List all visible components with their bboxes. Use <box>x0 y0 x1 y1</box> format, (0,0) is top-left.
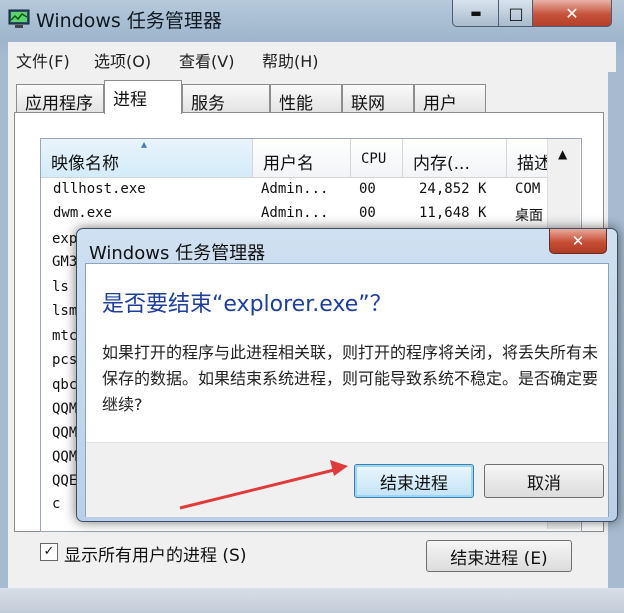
end-process-button[interactable]: 结束进程 (E) <box>426 540 572 572</box>
table-row[interactable]: dllhost.exe Admin... 00 24,852 K COM <box>41 178 547 202</box>
row-description: COM <box>515 181 541 197</box>
dialog-title: Windows 任务管理器 <box>89 243 266 264</box>
tab-services[interactable]: 服务 <box>182 84 270 114</box>
show-all-users-shortcut: (S) <box>222 546 247 566</box>
dialog-message: 如果打开的程序与此进程相关联，则打开的程序将关闭，将丢失所有未保存的数据。如果结… <box>102 343 599 414</box>
column-cpu[interactable]: CPU <box>351 139 403 177</box>
column-name-label: 映像名称 <box>51 154 119 174</box>
menu-file[interactable]: 文件(F) <box>16 48 70 72</box>
close-icon: ✕ <box>571 232 585 250</box>
title-bar[interactable]: Windows 任务管理器 ▬ □ ✕ <box>0 0 624 40</box>
column-image-name[interactable]: 映像名称 ▴ <box>41 137 253 177</box>
minimize-icon: ▬ <box>470 6 482 20</box>
row-image-name-partial[interactable]: pcs <box>52 352 77 368</box>
row-image-name-partial[interactable]: GM3 <box>52 254 77 270</box>
row-image-name-partial[interactable]: exp <box>52 231 77 247</box>
row-memory: 11,648 K <box>419 205 487 221</box>
table-row[interactable]: dwm.exe Admin... 00 11,648 K 桌面 <box>41 202 547 226</box>
tab-applications[interactable]: 应用程序 <box>16 84 104 114</box>
close-button[interactable]: ✕ <box>532 0 612 27</box>
sort-ascending-icon: ▴ <box>141 137 148 151</box>
menu-bar: 文件(F) 选项(O) 查看(V) 帮助(H) <box>8 42 616 72</box>
row-image-name-partial[interactable]: QQE <box>52 473 77 489</box>
menu-help[interactable]: 帮助(H) <box>262 48 319 72</box>
row-image-name-partial[interactable]: lsm <box>52 303 77 319</box>
task-manager-icon <box>8 8 30 30</box>
dialog-body: 是否要结束“explorer.exe”？ 如果打开的程序与此进程相关联，则打开的… <box>85 263 609 517</box>
row-image-name-partial[interactable]: QQM <box>52 449 77 465</box>
row-memory: 24,852 K <box>419 181 487 197</box>
end-process-dialog: Windows 任务管理器 ✕ 是否要结束“explorer.exe”？ 如果打… <box>76 228 618 522</box>
row-image-name-partial[interactable]: QQM <box>52 425 77 441</box>
confirm-end-process-button[interactable]: 结束进程 <box>354 464 474 498</box>
row-cpu: 00 <box>359 181 376 197</box>
tab-networking[interactable]: 联网 <box>342 84 414 114</box>
row-image-name: dwm.exe <box>53 205 113 221</box>
row-cpu: 00 <box>359 205 376 221</box>
row-image-name-partial[interactable]: QQM <box>52 401 77 417</box>
row-description: 桌面 <box>515 208 543 224</box>
menu-view[interactable]: 查看(V) <box>179 48 234 72</box>
dialog-heading: 是否要结束“explorer.exe”？ <box>102 292 392 317</box>
row-user: Admin... <box>261 181 329 197</box>
column-memory[interactable]: 内存(... <box>403 139 507 177</box>
tab-performance[interactable]: 性能 <box>270 84 342 114</box>
row-image-name-partial[interactable]: mtc <box>52 328 77 344</box>
row-image-name-partial[interactable]: ls <box>52 279 69 295</box>
maximize-button[interactable]: □ <box>498 0 534 27</box>
tab-processes[interactable]: 进程 <box>104 80 182 114</box>
close-icon: ✕ <box>565 3 579 23</box>
status-bar <box>0 588 624 613</box>
row-image-name-partial[interactable]: qbc <box>52 377 77 393</box>
dialog-close-button[interactable]: ✕ <box>549 229 607 254</box>
menu-options[interactable]: 选项(O) <box>94 48 151 72</box>
show-all-users-text: 显示所有用户的进程 <box>64 546 217 566</box>
show-all-users-label: 显示所有用户的进程 (S) <box>64 541 246 566</box>
tab-users[interactable]: 用户 <box>414 84 486 114</box>
column-user[interactable]: 用户名 <box>253 139 351 177</box>
minimize-button[interactable]: ▬ <box>452 0 500 27</box>
row-image-name: dllhost.exe <box>53 181 146 197</box>
row-image-name-partial[interactable]: c <box>52 496 60 512</box>
scroll-up-icon[interactable]: ▲ <box>558 147 567 161</box>
window-title: Windows 任务管理器 <box>36 10 222 32</box>
show-all-users-checkbox[interactable]: ✓ <box>40 543 58 561</box>
row-user: Admin... <box>261 205 329 221</box>
column-header: 映像名称 ▴ 用户名 CPU 内存(... 描述 <box>41 137 579 178</box>
maximize-icon: □ <box>508 3 524 23</box>
cancel-button[interactable]: 取消 <box>484 464 604 498</box>
